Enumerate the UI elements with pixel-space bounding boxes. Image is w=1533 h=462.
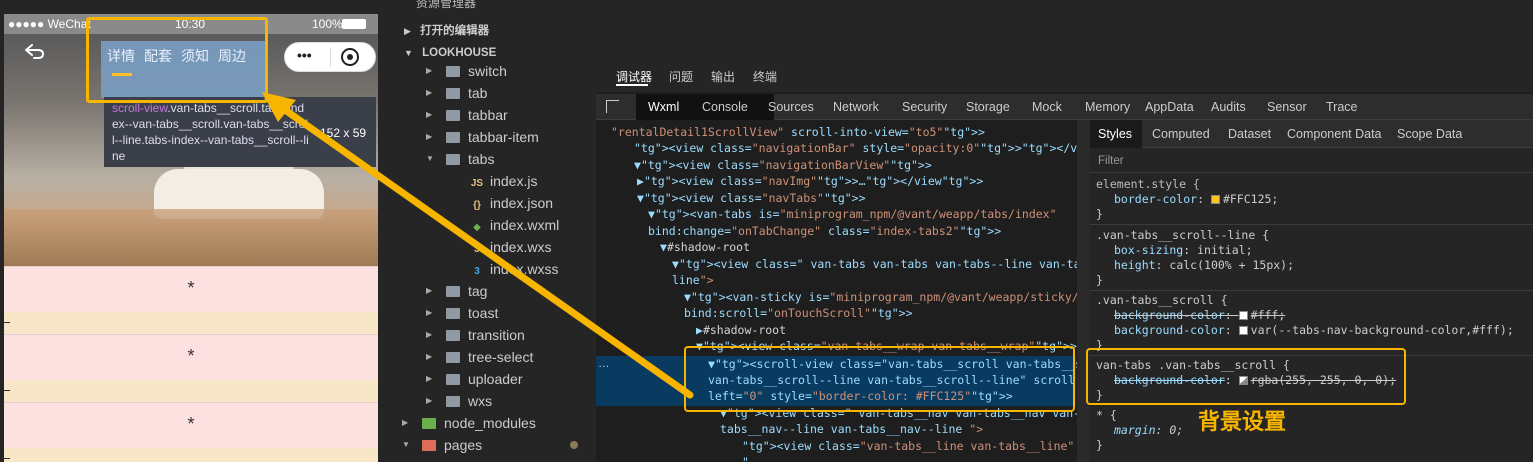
arrow-shaft — [264, 94, 694, 399]
devtools-screenshot: ●●●●● WeChat 10:30 100% ••• 详情 配套 须知 周边 … — [0, 0, 1533, 462]
annotation-arrow — [262, 92, 694, 399]
